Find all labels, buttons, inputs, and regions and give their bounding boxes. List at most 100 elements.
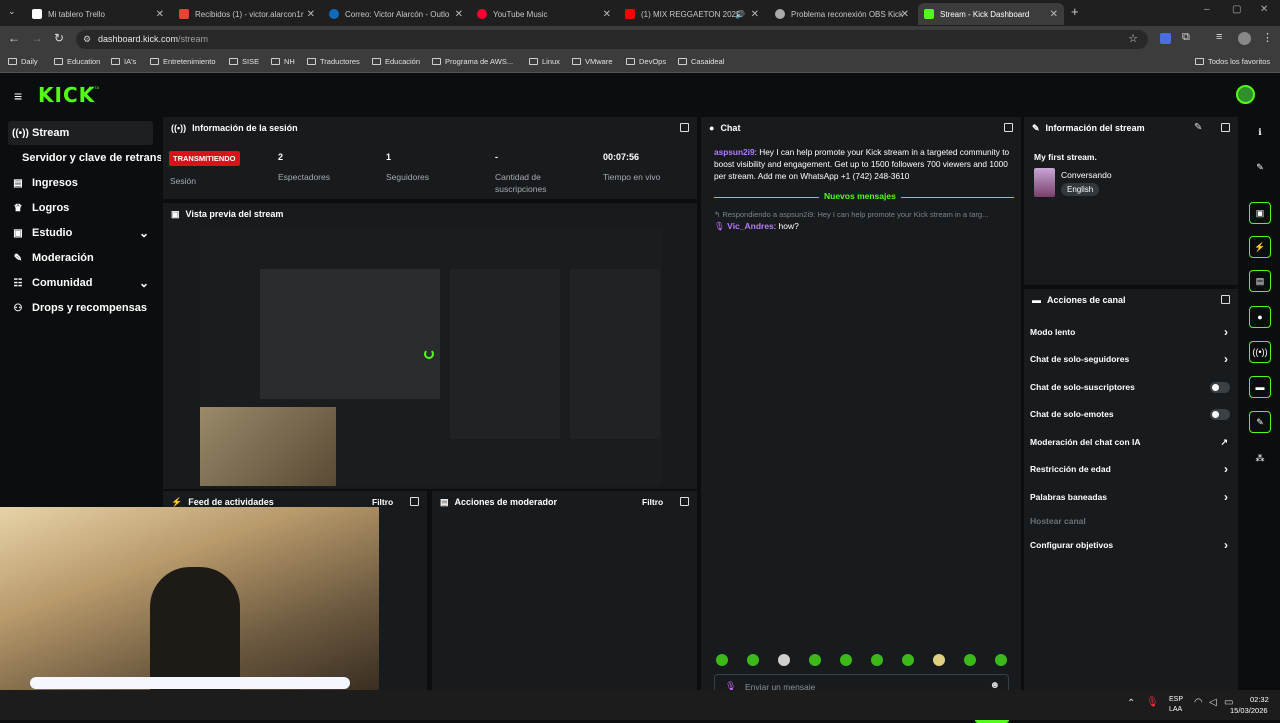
widget-toggle-stream-info-icon[interactable]: ✎: [1249, 411, 1271, 433]
sidebar-item-drops[interactable]: ⚇ Drops y recompensas: [8, 296, 153, 320]
edit-pencil-icon[interactable]: ✎: [1249, 156, 1271, 178]
tab-outlook[interactable]: Correo: Victor Alarcón - Outlo ✕: [323, 3, 469, 25]
sidebar-item-server-key[interactable]: Servidor y clave de retransmisión: [18, 146, 161, 170]
clock-date[interactable]: 15/03/2026: [1230, 706, 1268, 715]
tray-chevron-icon[interactable]: ⌃: [1127, 698, 1135, 709]
tab-groups-icon[interactable]: ≡: [1216, 31, 1222, 43]
bookmark-folder[interactable]: Educación: [372, 57, 420, 66]
info-icon[interactable]: ℹ: [1249, 121, 1271, 143]
tab-youtube[interactable]: (1) MIX REGGAETON 2025 🔊 ✕: [619, 3, 765, 25]
bookmark-folder[interactable]: VMware: [572, 57, 613, 66]
close-window-icon[interactable]: ✕: [1260, 4, 1268, 15]
emote-icon[interactable]: [778, 654, 790, 666]
microphone-tray-icon[interactable]: 🎙: [1146, 697, 1159, 708]
back-icon[interactable]: ←: [8, 31, 20, 45]
language-indicator[interactable]: ESP: [1169, 696, 1183, 703]
speaker-icon[interactable]: 🔊: [735, 10, 745, 19]
bookmark-folder[interactable]: SISE: [229, 57, 259, 66]
bookmark-folder[interactable]: Entretenimiento: [150, 57, 216, 66]
popout-icon[interactable]: [1221, 295, 1230, 304]
sidebar-item-community[interactable]: ☷ Comunidad ⌄: [8, 271, 153, 295]
chat-message[interactable]: 🎙 Vic_Andres: how?: [714, 221, 799, 232]
profile-avatar[interactable]: [1238, 32, 1251, 45]
kick-logo[interactable]: KICK: [38, 83, 95, 107]
close-tab-icon[interactable]: ✕: [901, 9, 909, 20]
hamburger-menu-icon[interactable]: ≡: [14, 88, 22, 104]
tab-obs-problem[interactable]: Problema reconexión OBS Kick ✕: [769, 3, 915, 25]
wifi-icon[interactable]: ◠: [1194, 697, 1203, 708]
browser-menu-icon[interactable]: ⋮: [1262, 31, 1273, 44]
bookmark-star-icon[interactable]: ☆: [1128, 30, 1138, 49]
bookmark-folder[interactable]: DevOps: [626, 57, 666, 66]
close-tab-icon[interactable]: ✕: [1050, 9, 1058, 20]
widget-toggle-session-icon[interactable]: ((•)): [1249, 341, 1271, 363]
widget-toggle-channel-actions-icon[interactable]: ▬: [1249, 376, 1271, 398]
url-field[interactable]: ⚙ dashboard.kick.com/stream ☆: [76, 30, 1148, 49]
bookmark-folder[interactable]: Daily: [8, 57, 38, 66]
new-tab-icon[interactable]: +: [1071, 4, 1079, 19]
keyboard-layout-indicator[interactable]: LAA: [1169, 706, 1182, 713]
popout-icon[interactable]: [1221, 123, 1230, 132]
extension-icon[interactable]: [1160, 33, 1171, 44]
tab-kick-dashboard[interactable]: Stream - Kick Dashboard ✕: [918, 3, 1064, 25]
emote-icon[interactable]: [840, 654, 852, 666]
popout-icon[interactable]: [410, 497, 419, 506]
banned-words-action[interactable]: Palabras baneadas ›: [1030, 487, 1232, 507]
sidebar-item-achievements[interactable]: ♛ Logros: [8, 196, 153, 220]
filter-button[interactable]: Filtro: [642, 497, 663, 507]
bookmark-folder[interactable]: Casaideal: [678, 57, 724, 66]
close-tab-icon[interactable]: ✕: [751, 9, 759, 20]
bookmark-folder[interactable]: Linux: [529, 57, 560, 66]
maximize-icon[interactable]: ▢: [1232, 4, 1241, 15]
emote-icon[interactable]: [716, 654, 728, 666]
emote-icon[interactable]: [871, 654, 883, 666]
emote-icon[interactable]: [933, 654, 945, 666]
stream-preview-video[interactable]: [200, 229, 662, 486]
bookmark-folder[interactable]: Programa de AWS...: [432, 57, 513, 66]
tab-gmail[interactable]: Recibidos (1) - victor.alarcon1r ✕: [173, 3, 321, 25]
filter-button[interactable]: Filtro: [372, 497, 393, 507]
new-messages-label[interactable]: Nuevos mensajes: [819, 191, 901, 201]
emote-icon[interactable]: [747, 654, 759, 666]
chevron-down-icon[interactable]: ⌄: [139, 276, 149, 290]
chat-message[interactable]: aspsun2i9: Hey I can help promote your K…: [714, 146, 1014, 182]
emote-icon[interactable]: [809, 654, 821, 666]
user-avatar[interactable]: [1236, 85, 1255, 104]
clock-time[interactable]: 02:32: [1250, 695, 1269, 704]
emote-icon[interactable]: [964, 654, 976, 666]
tab-youtube-music[interactable]: YouTube Music ✕: [471, 3, 617, 25]
forward-icon[interactable]: →: [31, 31, 43, 45]
volume-icon[interactable]: ◁: [1209, 697, 1217, 708]
emotes-only-toggle[interactable]: [1210, 408, 1230, 420]
tab-search-icon[interactable]: ⌄: [8, 6, 16, 17]
site-info-icon[interactable]: ⚙: [83, 30, 91, 49]
followers-only-chat-action[interactable]: Chat de solo-seguidores ›: [1030, 349, 1232, 369]
slow-mode-action[interactable]: Modo lento ›: [1030, 322, 1232, 342]
sidebar-item-moderation[interactable]: ✎ Moderación: [8, 246, 153, 270]
extensions-puzzle-icon[interactable]: ⧉: [1182, 31, 1190, 44]
widget-toggle-chat-icon[interactable]: ●: [1249, 306, 1271, 328]
reply-reference[interactable]: ↰ Respondiendo a aspsun2i9: Hey I can he…: [714, 210, 1014, 219]
more-widgets-icon[interactable]: ⁂: [1249, 447, 1271, 469]
ai-chat-moderation-action[interactable]: Moderación del chat con IA ↗: [1030, 432, 1232, 452]
bookmark-folder[interactable]: IA's: [111, 57, 136, 66]
chevron-down-icon[interactable]: ⌄: [139, 226, 149, 240]
subscribers-only-toggle[interactable]: [1210, 381, 1230, 393]
close-tab-icon[interactable]: ✕: [455, 9, 463, 20]
close-tab-icon[interactable]: ✕: [307, 9, 315, 20]
bookmark-folder[interactable]: NH: [271, 57, 295, 66]
widget-toggle-preview-icon[interactable]: ▣: [1249, 202, 1271, 224]
tab-trello[interactable]: Mi tablero Trello ✕: [26, 3, 170, 25]
configure-goals-action[interactable]: Configurar objetivos ›: [1030, 535, 1232, 555]
close-tab-icon[interactable]: ✕: [603, 9, 611, 20]
minimize-icon[interactable]: –: [1204, 4, 1210, 15]
bookmark-folder[interactable]: Education: [54, 57, 100, 66]
close-tab-icon[interactable]: ✕: [156, 9, 164, 20]
edit-pencil-icon[interactable]: ✎: [1194, 122, 1202, 133]
bookmark-folder[interactable]: Traductores: [307, 57, 360, 66]
chat-username[interactable]: Vic_Andres: [727, 221, 774, 231]
reload-icon[interactable]: ↻: [54, 31, 64, 45]
widget-toggle-mod-actions-icon[interactable]: ▤: [1249, 270, 1271, 292]
emote-icon[interactable]: [902, 654, 914, 666]
sidebar-item-studio[interactable]: ▣ Estudio ⌄: [8, 221, 153, 245]
